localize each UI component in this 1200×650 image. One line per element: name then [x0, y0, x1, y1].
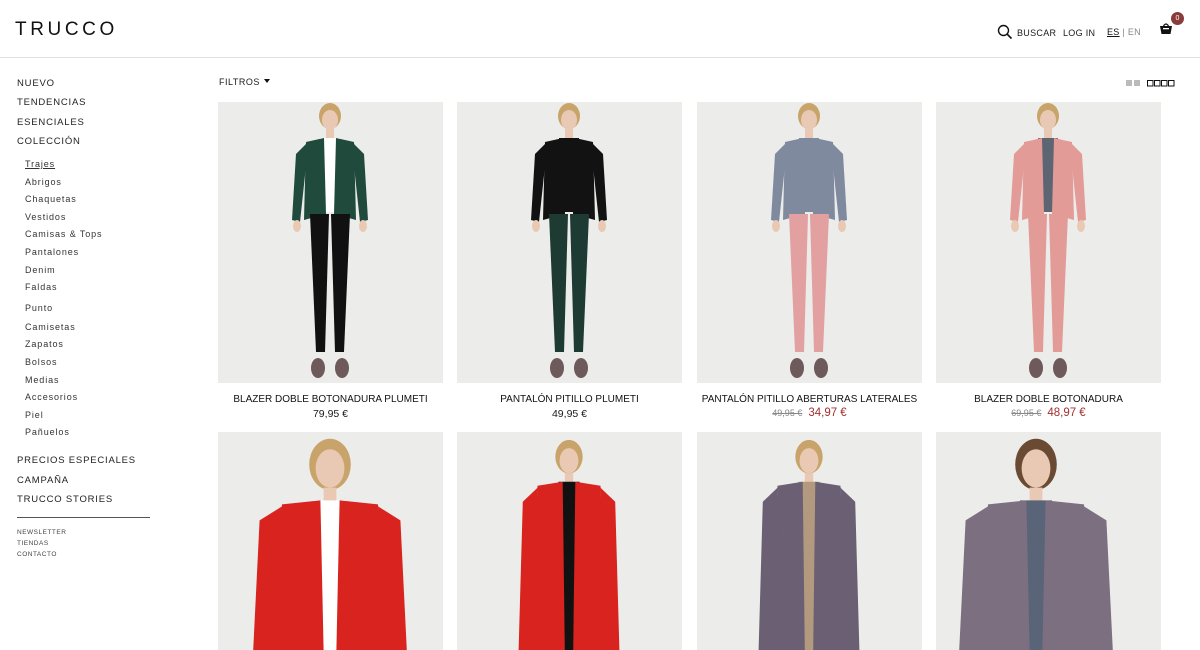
caret-down-icon — [263, 79, 270, 83]
nav-sub-vestidos[interactable]: Vestidos — [25, 212, 66, 222]
nav-sub-panuelos[interactable]: Pañuelos — [25, 427, 70, 437]
model-figure — [1010, 103, 1086, 378]
model-figure — [518, 439, 620, 650]
login-link[interactable]: LOG IN — [1063, 28, 1095, 38]
nav-sub-piel[interactable]: Piel — [25, 410, 44, 420]
nav-coleccion[interactable]: COLECCIÓN — [17, 136, 81, 147]
nav-contacto[interactable]: CONTACTO — [17, 551, 57, 558]
nav-trucco-stories[interactable]: TRUCCO STORIES — [17, 494, 113, 505]
nav-sub-chaquetas[interactable]: Chaquetas — [25, 194, 77, 204]
nav-sub-medias[interactable]: Medias — [25, 375, 59, 385]
model-figure — [771, 103, 847, 378]
product-price: 49,95 € — [551, 408, 588, 420]
nav-precios-especiales[interactable]: PRECIOS ESPECIALES — [17, 455, 136, 466]
product-image[interactable] — [457, 432, 682, 650]
lang-separator: | — [1122, 27, 1126, 37]
product-image[interactable] — [936, 102, 1161, 383]
product-price: 79,95 € — [312, 408, 349, 420]
model-figure — [758, 439, 860, 650]
grid-4-columns-icon[interactable] — [1147, 80, 1175, 87]
cart-count-badge: 0 — [1171, 12, 1184, 25]
nav-sub-zapatos[interactable]: Zapatos — [25, 339, 64, 349]
product-price: 49,95 € 34,97 € — [697, 407, 922, 419]
nav-sub-camisas-tops[interactable]: Camisas & Tops — [25, 229, 102, 239]
nav-esenciales[interactable]: ESENCIALES — [17, 117, 85, 128]
model-figure — [959, 438, 1113, 650]
product-image[interactable] — [218, 432, 443, 650]
sale-price: 34,97 € — [808, 407, 847, 419]
old-price: 49,95 € — [772, 408, 803, 418]
product-image[interactable] — [218, 102, 443, 383]
model-figure — [253, 438, 407, 650]
nav-campana[interactable]: CAMPAÑA — [17, 475, 69, 486]
site-header: TRUCCO BUSCAR LOG IN ES | EN 0 — [0, 0, 1200, 58]
product-title[interactable]: BLAZER DOBLE BOTONADURA — [936, 394, 1161, 405]
nav-tiendas[interactable]: TIENDAS — [17, 540, 49, 547]
nav-sub-denim[interactable]: Denim — [25, 265, 56, 275]
nav-tendencias[interactable]: TENDENCIAS — [17, 97, 86, 108]
grid-2-columns-icon[interactable] — [1126, 80, 1140, 86]
product-image[interactable] — [697, 102, 922, 383]
product-title[interactable]: BLAZER DOBLE BOTONADURA PLUMETI — [218, 394, 443, 405]
nav-sub-abrigos[interactable]: Abrigos — [25, 177, 62, 187]
model-figure — [292, 103, 368, 378]
filters-label: FILTROS — [219, 77, 260, 87]
filters-dropdown[interactable]: FILTROS — [219, 77, 270, 87]
product-image[interactable] — [697, 432, 922, 650]
lang-en-link[interactable]: EN — [1128, 27, 1141, 37]
nav-sub-bolsos[interactable]: Bolsos — [25, 357, 57, 367]
nav-sub-camisetas[interactable]: Camisetas — [25, 322, 76, 332]
nav-sub-punto[interactable]: Punto — [25, 303, 53, 313]
product-image[interactable] — [936, 432, 1161, 650]
product-price: 69,95 € 48,97 € — [936, 407, 1161, 419]
nav-newsletter[interactable]: NEWSLETTER — [17, 529, 66, 536]
nav-sub-trajes[interactable]: Trajes — [25, 159, 55, 169]
product-title[interactable]: PANTALÓN PITILLO PLUMETI — [457, 394, 682, 405]
model-figure — [531, 103, 607, 378]
search-button[interactable]: BUSCAR — [1017, 28, 1056, 38]
sale-price: 48,97 € — [1047, 407, 1086, 419]
nav-nuevo[interactable]: NUEVO — [17, 78, 55, 89]
sidebar-divider — [17, 517, 150, 518]
cart-icon[interactable] — [1159, 23, 1173, 37]
product-image[interactable] — [457, 102, 682, 383]
search-icon[interactable] — [997, 24, 1013, 40]
nav-sub-pantalones[interactable]: Pantalones — [25, 247, 79, 257]
lang-es-link[interactable]: ES — [1107, 27, 1120, 37]
nav-sub-faldas[interactable]: Faldas — [25, 282, 57, 292]
language-switcher: ES | EN — [1107, 27, 1141, 37]
old-price: 69,95 € — [1011, 408, 1042, 418]
brand-logo[interactable]: TRUCCO — [15, 19, 118, 41]
nav-sub-accesorios[interactable]: Accesorios — [25, 392, 78, 402]
product-title[interactable]: PANTALÓN PITILLO ABERTURAS LATERALES — [697, 394, 922, 405]
